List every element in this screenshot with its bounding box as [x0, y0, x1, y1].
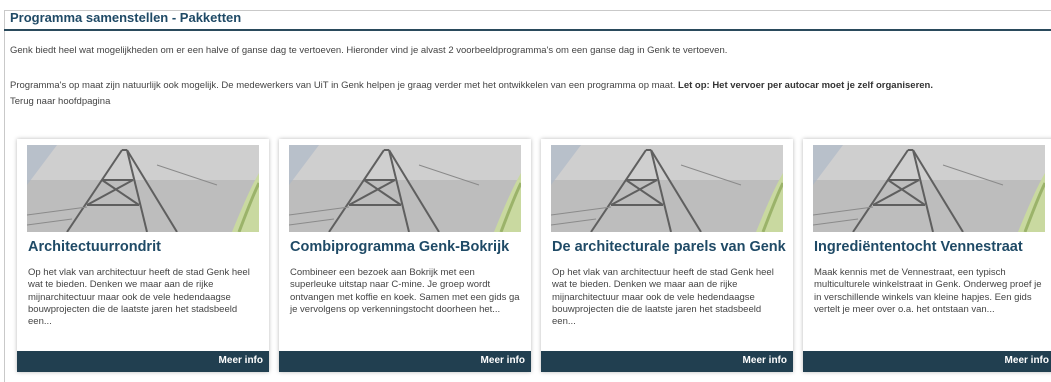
card-footer: Meer info — [17, 351, 269, 372]
card-title[interactable]: De architecturale parels van Genk — [552, 239, 786, 255]
card-description: Op het vlak van architectuur heeft de st… — [552, 267, 774, 328]
package-card[interactable]: Ingrediëntentocht Vennestraat Maak kenni… — [803, 139, 1051, 372]
mine-headframe-photo[interactable] — [551, 145, 783, 232]
package-card[interactable]: De architecturale parels van Genk Op het… — [541, 139, 793, 372]
package-card[interactable]: Architectuurrondrit Op het vlak van arch… — [17, 139, 269, 372]
card-footer: Meer info — [279, 351, 531, 372]
card-footer: Meer info — [541, 351, 793, 372]
package-card[interactable]: Combiprogramma Genk-Bokrijk Combineer ee… — [279, 139, 531, 372]
mine-headframe-photo[interactable] — [813, 145, 1045, 232]
more-info-link[interactable]: Meer info — [743, 355, 787, 366]
intro-note-text: Programma's op maat zijn natuurlijk ook … — [10, 80, 679, 91]
mine-headframe-photo[interactable] — [27, 145, 259, 232]
more-info-link[interactable]: Meer info — [1005, 355, 1049, 366]
card-title[interactable]: Combiprogramma Genk-Bokrijk — [290, 239, 509, 255]
mine-headframe-photo[interactable] — [289, 145, 521, 232]
card-description: Combineer een bezoek aan Bokrijk met een… — [290, 267, 520, 315]
card-title[interactable]: Ingrediëntentocht Vennestraat — [814, 239, 1023, 255]
intro-text: Genk biedt heel wat mogelijkheden om er … — [10, 45, 728, 56]
card-description: Op het vlak van architectuur heeft de st… — [28, 267, 250, 328]
intro-note: Programma's op maat zijn natuurlijk ook … — [10, 80, 933, 91]
intro-note-warning: Let op: Het vervoer per autocar moet je … — [678, 80, 934, 91]
title-divider — [4, 29, 1051, 31]
card-description: Maak kennis met de Vennestraat, een typi… — [814, 267, 1042, 315]
card-title[interactable]: Architectuurrondrit — [28, 239, 161, 255]
card-footer: Meer info — [803, 351, 1051, 372]
more-info-link[interactable]: Meer info — [481, 355, 525, 366]
page-title: Programma samenstellen - Pakketten — [10, 10, 242, 25]
more-info-link[interactable]: Meer info — [219, 355, 263, 366]
back-to-home-link[interactable]: Terug naar hoofdpagina — [10, 96, 110, 107]
